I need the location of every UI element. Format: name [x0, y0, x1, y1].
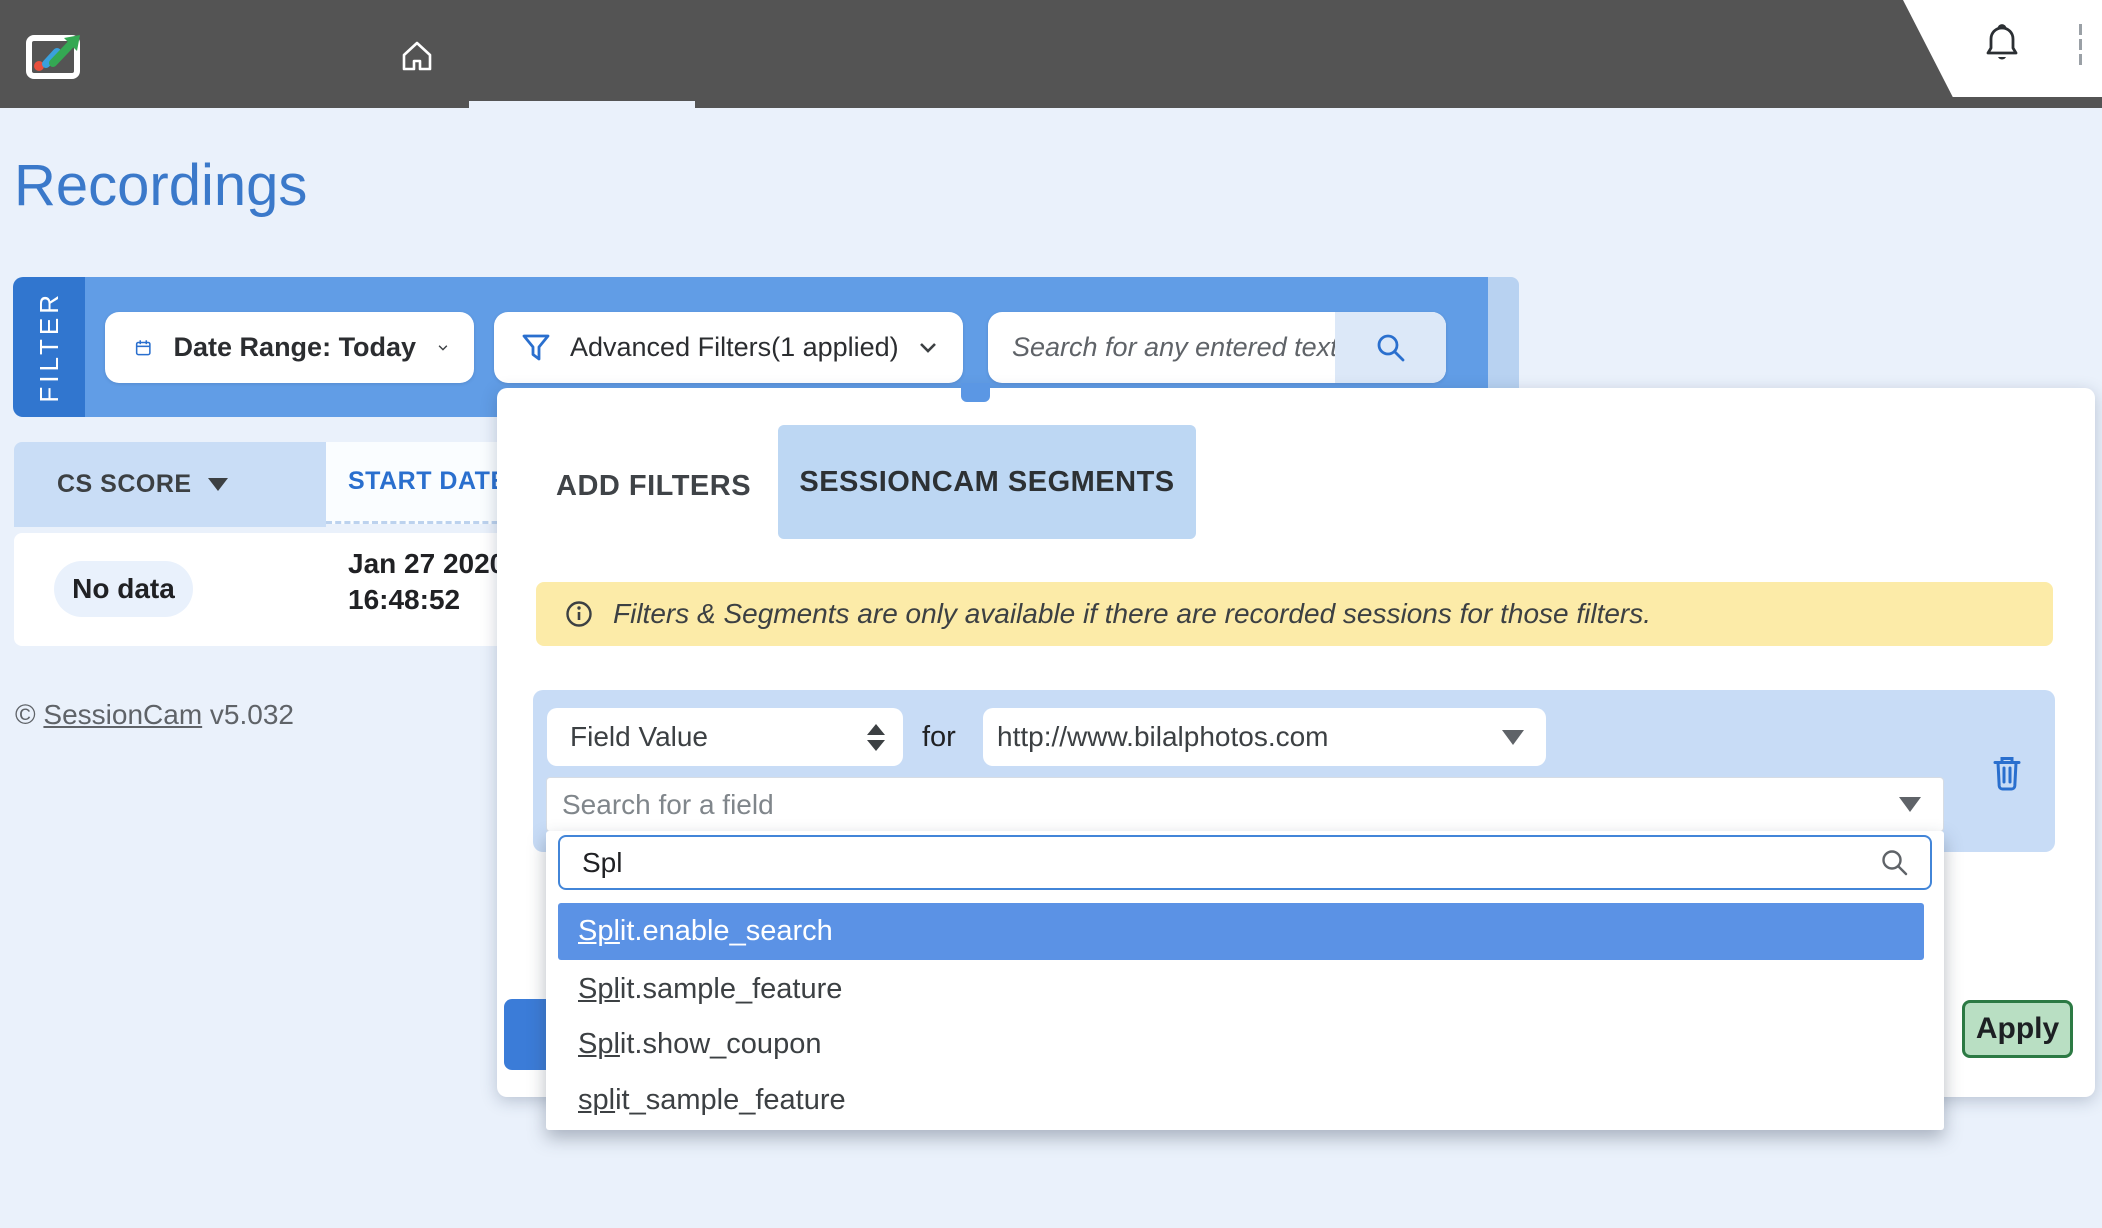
cs-score-label: CS SCORE: [57, 470, 192, 499]
info-banner: Filters & Segments are only available if…: [536, 582, 2053, 646]
connector-label: for: [922, 708, 956, 766]
footer-copyright: © SessionCam v5.032: [15, 699, 294, 731]
apply-button-label: Apply: [1976, 1012, 2059, 1046]
field-query-value: Spl: [582, 847, 622, 879]
home-icon[interactable]: [400, 40, 434, 72]
banner-message: Filters & Segments are only available if…: [613, 598, 1651, 630]
panel-connector-notch: [961, 383, 990, 402]
advanced-filters-label: Advanced Filters(1 applied): [570, 332, 899, 363]
tab-add-filters[interactable]: ADD FILTERS: [556, 462, 751, 510]
advanced-filters-button[interactable]: Advanced Filters(1 applied): [494, 312, 963, 383]
apply-button[interactable]: Apply: [1962, 1000, 2073, 1058]
field-option[interactable]: Split.show_coupon: [558, 1017, 1924, 1072]
version-text: v5.032: [202, 699, 294, 730]
search-submit-button[interactable]: [1335, 312, 1446, 383]
field-type-select[interactable]: Field Value: [547, 708, 903, 766]
sessioncam-logo-icon[interactable]: [26, 30, 84, 80]
filter-tab-label: FILTER: [34, 291, 65, 403]
date-range-button[interactable]: Date Range: Today: [105, 312, 474, 383]
segments-tab-label: SESSIONCAM SEGMENTS: [799, 466, 1174, 499]
text-search-input[interactable]: Search for any entered text: [988, 312, 1446, 383]
field-query-input[interactable]: Spl: [558, 835, 1932, 890]
spinner-updown-icon: [867, 724, 885, 751]
start-date-label: START DATE: [348, 467, 508, 496]
info-icon: [565, 600, 593, 628]
chevron-down-icon: [438, 342, 448, 354]
top-nav: [0, 0, 2102, 108]
field-option[interactable]: Split.sample_feature: [558, 962, 1924, 1017]
field-search-combobox[interactable]: Search for a field: [546, 777, 1944, 832]
copyright-symbol: ©: [15, 699, 43, 730]
tab-sessioncam-segments[interactable]: SESSIONCAM SEGMENTS: [778, 425, 1196, 539]
funnel-icon: [522, 333, 550, 363]
column-header-start-date[interactable]: START DATE: [326, 442, 516, 524]
date-range-label: Date Range: Today: [174, 332, 417, 363]
target-site-select[interactable]: http://www.bilalphotos.com: [983, 708, 1546, 766]
active-nav-indicator: [469, 101, 695, 108]
field-option-selected[interactable]: Split.enable_search: [558, 903, 1924, 960]
sort-desc-icon[interactable]: [208, 478, 228, 491]
trash-icon[interactable]: [1990, 755, 2024, 793]
field-type-value: Field Value: [570, 721, 708, 753]
chevron-down-icon: [919, 342, 937, 354]
select-caret-icon: [1502, 730, 1524, 745]
filter-tab[interactable]: FILTER: [13, 277, 85, 417]
field-combobox-placeholder: Search for a field: [562, 789, 774, 821]
search-placeholder: Search for any entered text: [1012, 332, 1338, 363]
page-title: Recordings: [14, 152, 307, 219]
sessioncam-link[interactable]: SessionCam: [43, 699, 202, 730]
bell-icon[interactable]: [1986, 24, 2018, 66]
calendar-icon: [135, 332, 152, 364]
search-icon: [1375, 332, 1407, 364]
search-icon: [1880, 848, 1910, 878]
hidden-segment-button[interactable]: [504, 999, 548, 1070]
target-site-value: http://www.bilalphotos.com: [997, 721, 1329, 753]
select-caret-icon: [1899, 797, 1921, 812]
field-option[interactable]: split_sample_feature: [558, 1073, 1924, 1128]
column-header-cs-score[interactable]: CS SCORE: [14, 442, 326, 527]
cs-score-badge: No data: [54, 561, 193, 617]
recordings-page: SessionCam Recordings Page Analysis Heat…: [0, 0, 2102, 1228]
menu-dashes-icon[interactable]: [2079, 20, 2082, 69]
